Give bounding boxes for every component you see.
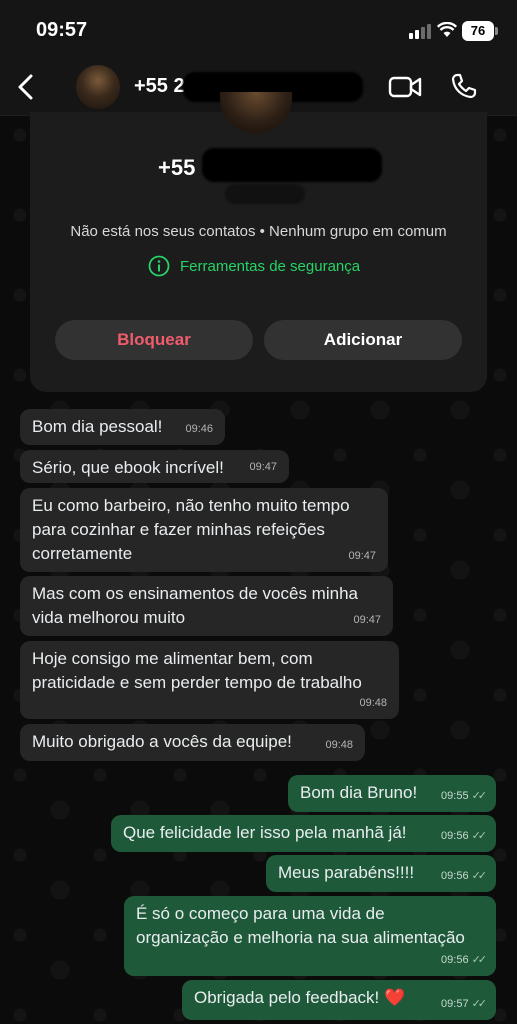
message-time: 09:56 ✓✓ bbox=[441, 954, 488, 966]
message-bubble-incoming[interactable]: Sério, que ebook incrível! 09:47 bbox=[20, 450, 289, 483]
cellular-signal-icon bbox=[409, 24, 431, 39]
message-time: 09:55 ✓✓ bbox=[441, 790, 488, 802]
message-bubble-outgoing[interactable]: Bom dia Bruno! 09:55 ✓✓ bbox=[288, 775, 496, 812]
message-line: É só o começo para uma vida de bbox=[136, 904, 385, 923]
read-receipt-icon: ✓✓ bbox=[471, 870, 488, 882]
message-bubble-incoming[interactable]: Muito obrigado a vocês da equipe! 09:48 bbox=[20, 724, 365, 761]
message-bubble-incoming[interactable]: Eu como barbeiro, não tenho muito tempo … bbox=[20, 488, 388, 572]
message-text: Muito obrigado a vocês da equipe! bbox=[32, 732, 292, 751]
wifi-icon bbox=[437, 22, 457, 37]
message-time: 09:46 bbox=[185, 423, 213, 435]
contact-name-visible: +55 2 bbox=[134, 75, 185, 97]
info-circle-icon bbox=[148, 255, 170, 277]
message-bubble-outgoing[interactable]: Obrigada pelo feedback! ❤️ 09:57 ✓✓ bbox=[182, 980, 496, 1020]
redacted-status bbox=[225, 184, 305, 204]
read-receipt-icon: ✓✓ bbox=[471, 790, 488, 802]
message-bubble-incoming[interactable]: Bom dia pessoal! 09:46 bbox=[20, 409, 225, 445]
battery-tip bbox=[495, 27, 498, 35]
message-text: Meus parabéns!!!! bbox=[278, 863, 415, 882]
voice-call-icon[interactable] bbox=[450, 72, 478, 100]
security-tools-link[interactable]: Ferramentas de segurança bbox=[148, 255, 360, 277]
contact-info-card: +55 Não está nos seus contatos • Nenhum … bbox=[30, 92, 487, 392]
status-bar: 09:57 76 bbox=[0, 0, 517, 58]
battery-indicator: 76 bbox=[462, 21, 494, 41]
block-button[interactable]: Bloquear bbox=[55, 320, 253, 360]
message-text: Que felicidade ler isso pela manhã já! bbox=[123, 823, 407, 842]
back-chevron-icon[interactable] bbox=[12, 72, 40, 102]
message-line: vida melhorou muito bbox=[32, 608, 186, 627]
status-time: 09:57 bbox=[36, 19, 88, 41]
add-contact-button[interactable]: Adicionar bbox=[264, 320, 462, 360]
video-call-icon[interactable] bbox=[388, 75, 422, 99]
card-phone-visible: +55 bbox=[158, 155, 196, 180]
message-text: Obrigada pelo feedback! ❤️ bbox=[194, 988, 406, 1007]
message-line: organização e melhoria na sua alimentaçã… bbox=[136, 928, 465, 947]
contact-name[interactable]: +55 2 bbox=[134, 75, 185, 98]
message-line: para cozinhar e fazer minhas refeições bbox=[32, 520, 325, 539]
message-text: Sério, que ebook incrível! bbox=[32, 458, 224, 477]
message-time: 09:47 bbox=[249, 461, 277, 473]
message-time: 09:57 ✓✓ bbox=[441, 998, 488, 1010]
message-bubble-outgoing[interactable]: É só o começo para uma vida de organizaç… bbox=[124, 896, 496, 976]
redacted-phone bbox=[202, 148, 382, 182]
message-time: 09:56 ✓✓ bbox=[441, 870, 488, 882]
message-time: 09:47 bbox=[353, 614, 381, 626]
message-time: 09:56 ✓✓ bbox=[441, 830, 488, 842]
message-bubble-outgoing[interactable]: Que felicidade ler isso pela manhã já! 0… bbox=[111, 815, 496, 852]
message-time: 09:48 bbox=[359, 697, 387, 709]
message-text: Bom dia Bruno! bbox=[300, 783, 418, 802]
message-text: Bom dia pessoal! bbox=[32, 417, 163, 436]
security-tools-label: Ferramentas de segurança bbox=[180, 257, 361, 275]
read-receipt-icon: ✓✓ bbox=[471, 954, 488, 966]
read-receipt-icon: ✓✓ bbox=[471, 998, 488, 1010]
message-time: 09:48 bbox=[325, 739, 353, 751]
message-time: 09:47 bbox=[348, 550, 376, 562]
message-line: corretamente bbox=[32, 544, 133, 563]
message-bubble-outgoing[interactable]: Meus parabéns!!!! 09:56 ✓✓ bbox=[266, 855, 496, 892]
message-line: Mas com os ensinamentos de vocês minha bbox=[32, 584, 358, 603]
message-bubble-incoming[interactable]: Hoje consigo me alimentar bem, com prati… bbox=[20, 641, 399, 719]
card-phone-number: +55 bbox=[158, 155, 195, 181]
read-receipt-icon: ✓✓ bbox=[471, 830, 488, 842]
message-line: praticidade e sem perder tempo de trabal… bbox=[32, 673, 362, 692]
contact-avatar[interactable] bbox=[76, 65, 120, 109]
contact-large-avatar bbox=[220, 92, 292, 134]
message-line: Hoje consigo me alimentar bem, com bbox=[32, 649, 313, 668]
message-line: Eu como barbeiro, não tenho muito tempo bbox=[32, 496, 350, 515]
message-bubble-incoming[interactable]: Mas com os ensinamentos de vocês minha v… bbox=[20, 576, 393, 636]
contact-subtitle: Não está nos seus contatos • Nenhum grup… bbox=[70, 223, 447, 240]
